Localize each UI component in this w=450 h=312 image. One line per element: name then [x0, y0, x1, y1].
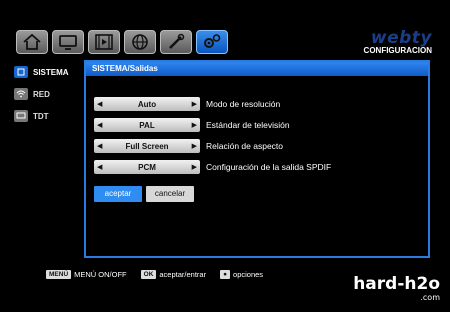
- settings-list: ◀ Auto ▶ Modo de resolución ◀ PAL ▶ Está…: [94, 96, 331, 180]
- arrow-right-icon[interactable]: ▶: [192, 163, 197, 171]
- film-icon[interactable]: [88, 30, 120, 54]
- setting-label: Relación de aspecto: [206, 141, 284, 151]
- setting-label: Estándar de televisión: [206, 120, 290, 130]
- tv-small-icon: [14, 110, 28, 122]
- watermark-name: hard-h2o: [353, 274, 440, 294]
- setting-row-aspect-ratio: ◀ Full Screen ▶ Relación de aspecto: [94, 138, 331, 154]
- sidebar-item-label: RED: [33, 89, 50, 99]
- help-ok: OK aceptar/entrar: [140, 270, 207, 279]
- help-menu: MENÚ MENÚ ON/OFF: [46, 270, 127, 279]
- spdif-selector[interactable]: ◀ PCM ▶: [94, 160, 200, 174]
- selector-value: Full Screen: [125, 141, 169, 151]
- brand-name: webty: [370, 28, 432, 48]
- arrow-right-icon[interactable]: ▶: [192, 100, 197, 108]
- help-text: MENÚ ON/OFF: [74, 270, 127, 279]
- setting-label: Configuración de la salida SPDIF: [206, 162, 332, 172]
- settings-panel: SISTEMA/Salidas ◀ Auto ▶ Modo de resoluc…: [84, 60, 430, 258]
- settings-icon[interactable]: [196, 30, 228, 54]
- setting-row-spdif: ◀ PCM ▶ Configuración de la salida SPDIF: [94, 159, 331, 175]
- selector-value: PAL: [139, 120, 155, 130]
- setting-row-tv-standard: ◀ PAL ▶ Estándar de televisión: [94, 117, 331, 133]
- ok-key: OK: [140, 270, 157, 279]
- arrow-left-icon[interactable]: ◀: [97, 142, 102, 150]
- resolution-selector[interactable]: ◀ Auto ▶: [94, 97, 200, 111]
- tools-icon[interactable]: [160, 30, 192, 54]
- panel-title: SISTEMA/Salidas: [86, 62, 428, 76]
- help-bar: MENÚ MENÚ ON/OFF OK aceptar/entrar ● opc…: [46, 270, 277, 279]
- sidebar-item-label: TDT: [33, 111, 49, 121]
- tv-standard-selector[interactable]: ◀ PAL ▶: [94, 118, 200, 132]
- section-title: CONFIGURACION: [363, 46, 432, 55]
- brand-logo: webty CONFIGURACION: [364, 30, 432, 56]
- help-options: ● opciones: [220, 270, 263, 279]
- aspect-ratio-selector[interactable]: ◀ Full Screen ▶: [94, 139, 200, 153]
- arrow-left-icon[interactable]: ◀: [97, 163, 102, 171]
- watermark: hard-h2o .com: [353, 276, 440, 303]
- selector-value: Auto: [137, 99, 157, 109]
- sidebar-item-red[interactable]: RED: [14, 84, 84, 104]
- tv-icon[interactable]: [52, 30, 84, 54]
- arrow-right-icon[interactable]: ▶: [192, 142, 197, 150]
- system-icon: [14, 66, 28, 78]
- arrow-left-icon[interactable]: ◀: [97, 121, 102, 129]
- globe-icon[interactable]: [124, 30, 156, 54]
- setting-row-resolution: ◀ Auto ▶ Modo de resolución: [94, 96, 331, 112]
- action-buttons: aceptar cancelar: [94, 186, 194, 202]
- accept-button[interactable]: aceptar: [94, 186, 142, 202]
- watermark-domain: .com: [420, 293, 440, 302]
- arrow-right-icon[interactable]: ▶: [192, 121, 197, 129]
- sidebar: SISTEMA RED TDT: [14, 62, 84, 128]
- selector-value: PCM: [138, 162, 156, 172]
- cancel-button[interactable]: cancelar: [146, 186, 194, 202]
- wifi-icon: [14, 88, 28, 100]
- home-icon[interactable]: [16, 30, 48, 54]
- sidebar-item-tdt[interactable]: TDT: [14, 106, 84, 126]
- menu-key: MENÚ: [46, 270, 72, 279]
- help-text: aceptar/entrar: [159, 270, 207, 279]
- sidebar-item-label: SISTEMA: [33, 67, 69, 77]
- sidebar-item-sistema[interactable]: SISTEMA: [14, 62, 84, 82]
- options-key: ●: [220, 270, 231, 279]
- arrow-left-icon[interactable]: ◀: [97, 100, 102, 108]
- top-icon-bar: [16, 30, 228, 54]
- help-text: opciones: [233, 270, 264, 279]
- setting-label: Modo de resolución: [206, 99, 281, 109]
